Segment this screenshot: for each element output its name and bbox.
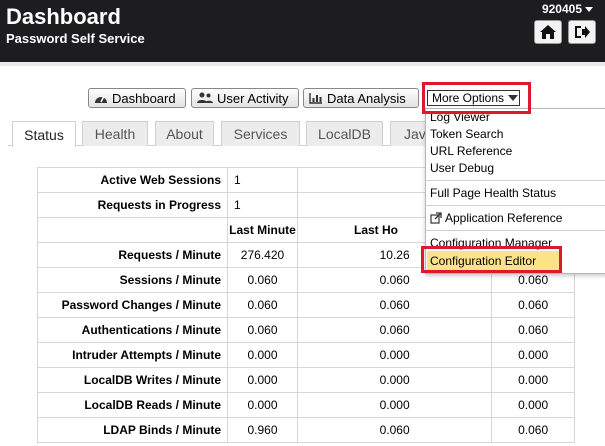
row-label: LocalDB Writes / Minute	[37, 367, 228, 393]
caret-down-icon	[585, 7, 593, 13]
row-label: Requests / Minute	[37, 242, 228, 268]
tab-status[interactable]: Status	[12, 121, 76, 147]
cell-value: 276.420	[227, 242, 298, 268]
tab-health[interactable]: Health	[82, 121, 148, 146]
menu-divider	[426, 230, 605, 231]
cell-value: 0.060	[296, 417, 493, 443]
row-label: Requests in Progress	[37, 192, 228, 218]
row-label: Intruder Attempts / Minute	[37, 342, 228, 368]
cell-value: 0.060	[491, 292, 575, 318]
user-menu[interactable]: 920405	[542, 2, 593, 16]
row-label: Sessions / Minute	[37, 267, 228, 293]
logout-button[interactable]	[568, 20, 596, 44]
table-row: LDAP Binds / Minute 0.960 0.060 0.060	[37, 417, 575, 443]
external-link-icon	[430, 212, 442, 224]
bar-chart-icon	[309, 93, 322, 104]
table-row: Password Changes / Minute 0.060 0.060 0.…	[37, 292, 575, 318]
more-options-label: More Options	[432, 91, 505, 105]
app-header: Dashboard Password Self Service 920405	[0, 0, 605, 62]
table-row: Intruder Attempts / Minute 0.000 0.000 0…	[37, 342, 575, 368]
more-options-select[interactable]: More Options	[427, 90, 520, 106]
tab-services[interactable]: Services	[221, 121, 300, 146]
table-row: LocalDB Writes / Minute 0.000 0.000 0.00…	[37, 367, 575, 393]
cell-value: 0.000	[491, 342, 575, 368]
more-options-menu: Log Viewer Token Search URL Reference Us…	[425, 108, 605, 274]
cell-value: 0.000	[296, 342, 493, 368]
cell-value: 0.000	[296, 392, 493, 418]
header-divider	[0, 62, 605, 66]
row-label: LDAP Binds / Minute	[37, 417, 228, 443]
home-icon	[540, 25, 556, 39]
app-subtitle: Password Self Service	[6, 31, 145, 46]
menu-divider	[426, 180, 605, 181]
tab-java[interactable]: Java	[390, 121, 430, 146]
dashboard-button-label: Dashboard	[112, 90, 176, 106]
dashboard-button[interactable]: Dashboard	[88, 88, 186, 108]
menu-divider	[426, 205, 605, 206]
user-activity-button[interactable]: User Activity	[191, 88, 299, 108]
cell-value: 0.060	[227, 292, 298, 318]
cell-value: 0.000	[227, 392, 298, 418]
users-icon	[197, 92, 213, 103]
tab-about[interactable]: About	[155, 121, 214, 146]
cell-value: 0.060	[491, 417, 575, 443]
column-header: Last Minute	[227, 217, 298, 243]
cell-value: 0.060	[227, 317, 298, 343]
dropdown-arrow-icon	[508, 95, 519, 101]
dashboard-gauge-icon	[95, 95, 107, 103]
cell-value: 0.060	[491, 317, 575, 343]
table-row: LocalDB Reads / Minute 0.000 0.000 0.000	[37, 392, 575, 418]
logout-icon	[575, 26, 590, 38]
home-button[interactable]	[534, 20, 562, 44]
user-id-label: 920405	[541, 2, 582, 16]
row-label: Authentications / Minute	[37, 317, 228, 343]
cell-value: 0.000	[227, 367, 298, 393]
row-label: LocalDB Reads / Minute	[37, 392, 228, 418]
cell-value: 0.060	[227, 267, 298, 293]
cell-value: 0.000	[227, 342, 298, 368]
menu-item-token-search[interactable]: Token Search	[430, 126, 503, 142]
table-row: Authentications / Minute 0.060 0.060 0.0…	[37, 317, 575, 343]
cell-value: 0.960	[227, 417, 298, 443]
menu-item-user-debug[interactable]: User Debug	[430, 160, 494, 176]
page-title: Dashboard	[6, 4, 121, 29]
user-activity-button-label: User Activity	[217, 90, 289, 106]
menu-item-full-page-health[interactable]: Full Page Health Status	[430, 185, 556, 201]
cell-value: 0.000	[296, 367, 493, 393]
data-analysis-button[interactable]: Data Analysis	[303, 88, 419, 108]
menu-item-log-viewer[interactable]: Log Viewer	[430, 109, 490, 125]
menu-item-url-reference[interactable]: URL Reference	[430, 143, 512, 159]
cell-value: 0.060	[296, 292, 493, 318]
row-label: Active Web Sessions	[37, 167, 228, 193]
cell-value: 0.060	[296, 317, 493, 343]
data-analysis-button-label: Data Analysis	[327, 90, 406, 106]
menu-item-application-reference[interactable]: Application Reference	[430, 210, 562, 226]
application-reference-label: Application Reference	[445, 211, 563, 225]
cell-value: 1	[227, 192, 298, 218]
cell-value: 0.000	[491, 392, 575, 418]
cell-value: 1	[227, 167, 298, 193]
row-label: Password Changes / Minute	[37, 292, 228, 318]
empty-cell	[37, 217, 228, 243]
menu-item-configuration-editor[interactable]: Configuration Editor	[427, 251, 561, 271]
tab-localdb[interactable]: LocalDB	[306, 121, 383, 146]
menu-item-configuration-manager[interactable]: Configuration Manager	[430, 235, 552, 251]
cell-value: 0.000	[491, 367, 575, 393]
